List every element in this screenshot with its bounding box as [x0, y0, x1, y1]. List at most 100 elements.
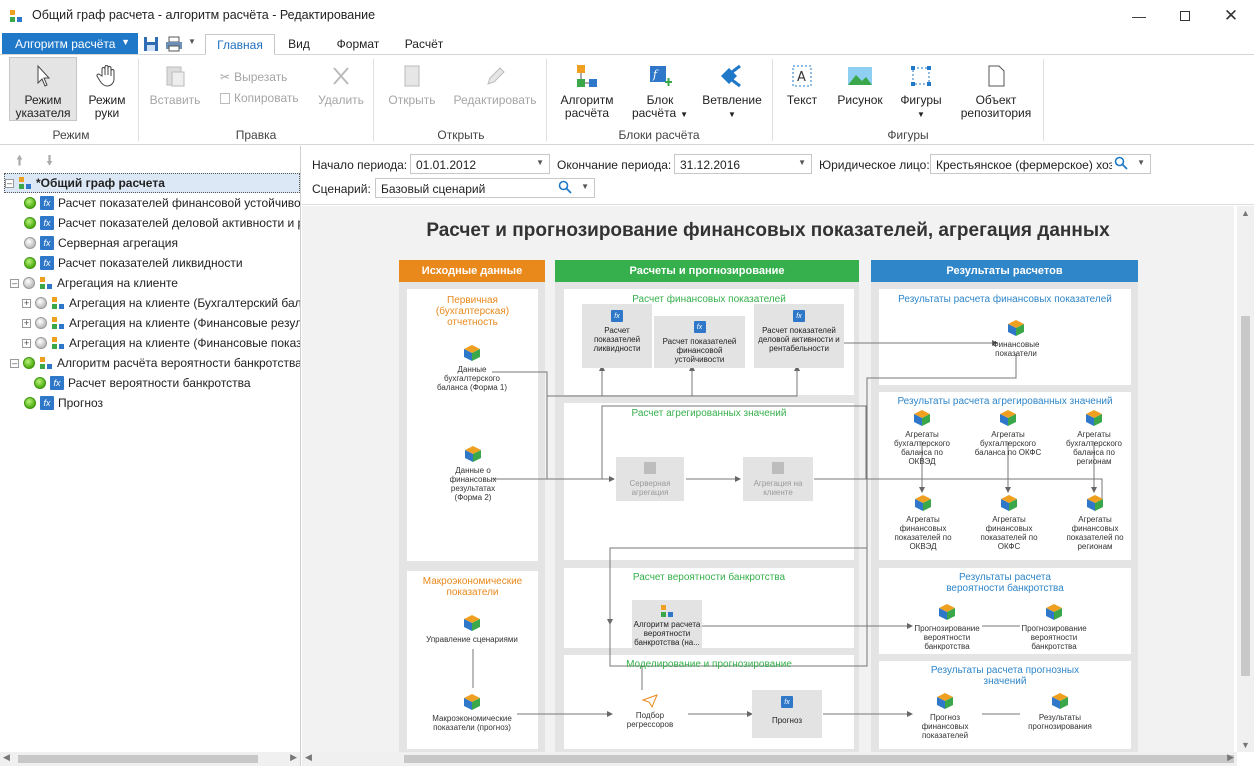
expand-icon[interactable]: + [22, 318, 31, 328]
copy-button[interactable]: Копировать [220, 89, 299, 107]
arrow-down-icon[interactable]: 🠛 [46, 150, 53, 174]
tree-item-label: Прогноз [58, 396, 104, 410]
calc-block-icon: f [650, 66, 672, 86]
client-agg-block[interactable]: Агрегация на клиенте [743, 457, 813, 501]
scenario-select[interactable]: Базовый сценарий ▼ [375, 178, 595, 198]
maximize-button[interactable] [1162, 0, 1208, 32]
scenario-node[interactable]: Управление сценариями [417, 614, 527, 644]
tree-item[interactable]: + Агрегация на клиенте (Финансовые резуль… [22, 313, 300, 333]
agg-label: Агрегаты бухгалтерского баланса по ОКФС [974, 430, 1042, 457]
search-icon[interactable] [558, 180, 572, 197]
bank-algo-block[interactable]: Алгоритм расчета вероятности банкротства… [632, 600, 702, 648]
branch-button[interactable]: Ветвление ▼ [700, 64, 764, 121]
server-agg-block[interactable]: Серверная агрегация [616, 457, 684, 501]
activity-block[interactable]: fx Расчет показателей деловой активности … [754, 304, 844, 368]
figures-button[interactable]: Фигуры ▼ [896, 64, 946, 121]
agg-node[interactable]: Агрегаты финансовых показателей по ОКФС [978, 494, 1040, 551]
tree-root[interactable]: – *Общий граф расчета [4, 173, 300, 193]
cursor-icon [37, 64, 51, 87]
text-button[interactable]: A Текст [782, 64, 822, 107]
fin-indicators-node[interactable]: Финансовые показатели [988, 319, 1044, 358]
fc-node[interactable]: Прогноз финансовых показателей [912, 692, 978, 740]
app-menu-button[interactable]: Алгоритм расчёта ▼ [2, 33, 138, 54]
paste-button[interactable]: Вставить [148, 64, 202, 107]
scroll-right-icon[interactable]: ▶ [1227, 752, 1234, 763]
diagram-canvas[interactable]: Расчет и прогнозирование финансовых пока… [302, 206, 1234, 752]
agg-node[interactable]: Агрегаты финансовых показателей по ОКВЭД [892, 494, 954, 551]
minimize-button[interactable]: — [1116, 0, 1162, 32]
scroll-down-icon[interactable]: ▼ [1241, 740, 1250, 750]
tree-horizontal-scrollbar[interactable]: ◀ ▶ [0, 752, 300, 766]
tab-home[interactable]: Главная [205, 34, 275, 55]
expand-icon[interactable]: + [22, 298, 31, 308]
results-node[interactable]: Данные о финансовых результатах (Форма 2… [442, 445, 504, 502]
agg-node[interactable]: Агрегаты бухгалтерского баланса по ОКФС [972, 409, 1044, 457]
algorithm-button[interactable]: Алгоритм расчёта [556, 64, 618, 120]
balance-node[interactable]: Данные бухгалтерского баланса (Форма 1) [436, 344, 508, 392]
forecast-block[interactable]: fx Прогноз [752, 690, 822, 738]
end-period-select[interactable]: 31.12.2016 ▼ [674, 154, 812, 174]
vertical-scrollbar[interactable]: ▲ ▼ [1237, 206, 1254, 752]
app-menu-label: Алгоритм расчёта [15, 37, 116, 51]
group-separator [772, 59, 773, 141]
tab-calc[interactable]: Расчёт [395, 34, 453, 55]
close-button[interactable]: ✕ [1208, 0, 1254, 32]
collapse-icon[interactable]: – [5, 178, 14, 188]
bank-forecast-node[interactable]: Прогнозирование вероятности банкротства [1019, 603, 1089, 651]
collapse-icon[interactable]: – [10, 358, 19, 368]
tree-item[interactable]: fx Расчет показателей деловой активности … [24, 213, 300, 233]
save-icon[interactable] [143, 35, 159, 53]
scroll-thumb[interactable] [404, 755, 1234, 763]
delete-button[interactable]: Удалить [316, 64, 366, 107]
tree-item[interactable]: fx Расчет показателей финансовой устойчив… [24, 193, 300, 213]
tree-item[interactable]: – Агрегация на клиенте [10, 273, 300, 293]
open-button[interactable]: Открыть [384, 64, 440, 107]
bank-forecast-node[interactable]: Прогнозирование вероятности банкротства [912, 603, 982, 651]
tree-item[interactable]: fx Серверная агрегация [24, 233, 300, 253]
group-separator [138, 59, 139, 141]
calc-block-button[interactable]: f Блок расчёта ▼ [630, 64, 690, 121]
title-bar: Общий граф расчета - алгоритм расчёта - … [0, 0, 1254, 32]
tree-item[interactable]: – Алгоритм расчёта вероятности банкротств… [10, 353, 300, 373]
group-blocks-label: Блоки расчёта [618, 128, 700, 142]
model-title: Моделирование и прогнозирование [626, 659, 792, 670]
arrow-up-icon[interactable]: 🠙 [16, 150, 23, 174]
paste-icon [166, 66, 185, 87]
expand-icon[interactable]: + [22, 338, 31, 348]
repo-object-button[interactable]: Объект репозитория [956, 64, 1036, 120]
algorithm-icon [52, 337, 64, 349]
calc-block-icon: fx [611, 310, 623, 322]
scroll-left-icon[interactable]: ◀ [305, 752, 312, 763]
start-period-select[interactable]: 01.01.2012 ▼ [410, 154, 550, 174]
edit-button[interactable]: Редактировать [450, 64, 540, 107]
agg-node[interactable]: Агрегаты финансовых показателей по регио… [1064, 494, 1126, 551]
collapse-icon[interactable]: – [10, 278, 19, 288]
search-icon[interactable] [1112, 156, 1128, 173]
liquidity-block[interactable]: fx Расчет показателей ликвидности [582, 304, 652, 368]
hand-mode-button[interactable]: Режим руки [82, 57, 132, 120]
entity-select[interactable]: Крестьянское (фермерское) хозяй ▼ [930, 154, 1151, 174]
tree-item[interactable]: + Агрегация на клиенте (Бухгалтерский бал… [22, 293, 300, 313]
stability-block[interactable]: fx Расчет показателей финансовой устойчив… [654, 316, 745, 368]
tab-format[interactable]: Формат [327, 34, 389, 55]
tree-item[interactable]: + Агрегация на клиенте (Финансовые показа… [22, 333, 300, 353]
agg-node[interactable]: Агрегаты бухгалтерского баланса по регио… [1064, 409, 1124, 466]
scroll-up-icon[interactable]: ▲ [1241, 208, 1250, 218]
tab-view[interactable]: Вид [277, 34, 321, 55]
cut-button[interactable]: ✂ Вырезать [220, 68, 287, 86]
tree-item[interactable]: fx Расчет вероятности банкротства [34, 373, 300, 393]
regressor-node[interactable]: Подбор регрессоров [620, 694, 680, 729]
fc-node[interactable]: Результаты прогнозирования [1020, 692, 1100, 731]
qat-dropdown-icon[interactable]: ▼ [188, 37, 196, 46]
scroll-thumb[interactable] [1241, 316, 1250, 676]
tree-item[interactable]: fx Прогноз [24, 393, 300, 413]
horizontal-scrollbar[interactable]: ◀ ▶ [302, 752, 1237, 766]
print-icon[interactable] [165, 35, 183, 53]
picture-button[interactable]: Рисунок [834, 64, 886, 107]
group-shapes-label: Фигуры [887, 128, 929, 142]
tree-item[interactable]: fx Расчет показателей ликвидности [24, 253, 300, 273]
macro-forecast-node[interactable]: Макроэкономические показатели (прогноз) [420, 693, 524, 732]
agg-node[interactable]: Агрегаты бухгалтерского баланса по ОКВЭД [892, 409, 952, 466]
scissors-icon: ✂ [220, 70, 231, 84]
pointer-mode-button[interactable]: Режим указателя [9, 57, 77, 121]
